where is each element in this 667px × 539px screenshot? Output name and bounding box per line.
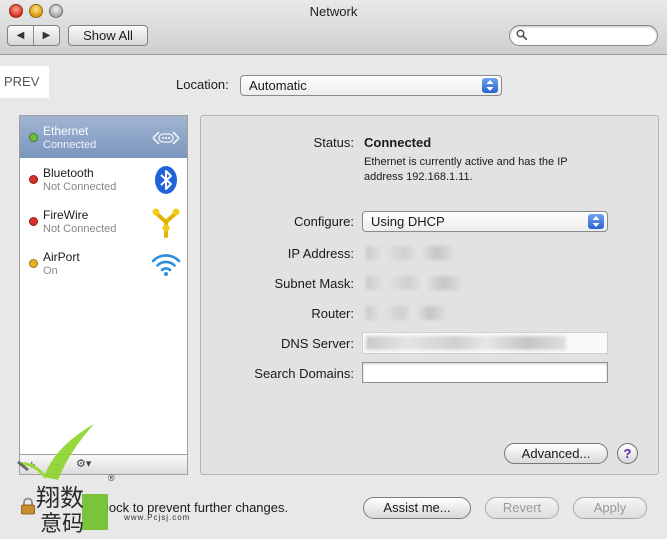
router-label: Router:	[311, 306, 354, 321]
popup-stepper-icon	[482, 78, 498, 93]
airport-icon	[151, 254, 181, 276]
search-field[interactable]	[509, 25, 658, 46]
show-all-button[interactable]: Show All	[68, 25, 148, 46]
service-list: Ethernet Connected Bluetooth Not Connect…	[19, 115, 188, 456]
service-status: Not Connected	[43, 223, 117, 235]
status-dot-icon	[29, 259, 38, 268]
revert-button[interactable]: Revert	[485, 497, 559, 519]
status-dot-icon	[29, 175, 38, 184]
service-name: FireWire	[43, 208, 89, 222]
apply-button[interactable]: Apply	[573, 497, 647, 519]
configure-label: Configure:	[294, 214, 354, 229]
popup-stepper-icon	[588, 214, 604, 229]
configure-value: Using DHCP	[371, 214, 445, 229]
router-value-redacted	[366, 306, 446, 320]
status-description: Ethernet is currently active and has the…	[364, 156, 568, 183]
service-status: Not Connected	[43, 181, 117, 193]
status-label: Status:	[313, 135, 354, 150]
ethernet-icon	[152, 131, 180, 145]
service-status: Connected	[43, 139, 97, 151]
bluetooth-icon	[155, 166, 177, 194]
advanced-button[interactable]: Advanced...	[504, 443, 608, 464]
service-name: AirPort	[43, 250, 80, 264]
ip-address-label: IP Address:	[287, 246, 354, 261]
search-icon	[516, 29, 527, 40]
service-list-toolbar: + − ⚙▾	[19, 454, 188, 475]
service-name: Bluetooth	[43, 166, 94, 180]
service-item-ethernet[interactable]: Ethernet Connected	[20, 116, 187, 158]
service-name: Ethernet	[43, 124, 89, 138]
back-forward-control: ◀ ▶	[7, 25, 60, 46]
subnet-mask-label: Subnet Mask:	[274, 276, 355, 291]
watermark-registered-mark: ®	[108, 473, 115, 483]
service-item-airport[interactable]: AirPort On	[20, 242, 187, 284]
search-domains-label: Search Domains:	[254, 366, 354, 381]
back-button[interactable]: ◀	[8, 26, 34, 45]
location-value: Automatic	[249, 78, 307, 93]
dns-server-label: DNS Server:	[281, 336, 354, 351]
dns-server-field[interactable]	[362, 332, 608, 354]
watermark-url: www.Pcjsj.com	[124, 513, 191, 522]
subnet-mask-value-redacted	[366, 276, 462, 290]
ip-address-value-redacted	[366, 246, 454, 260]
search-domains-field[interactable]	[362, 362, 608, 383]
status-value: Connected	[364, 135, 432, 150]
location-label: Location:	[176, 77, 229, 92]
service-item-bluetooth[interactable]: Bluetooth Not Connected	[20, 158, 187, 200]
remove-service-button[interactable]: −	[53, 455, 61, 474]
status-dot-icon	[29, 133, 38, 142]
add-service-button[interactable]: +	[28, 455, 36, 474]
forward-button[interactable]: ▶	[34, 26, 59, 45]
window-title: Network	[309, 4, 358, 19]
service-item-firewire[interactable]: FireWire Not Connected	[20, 200, 187, 242]
service-status: On	[43, 265, 58, 277]
help-button[interactable]: ?	[617, 443, 638, 464]
configure-select[interactable]: Using DHCP	[362, 211, 608, 232]
gear-menu-button[interactable]: ⚙▾	[76, 455, 91, 474]
dns-server-value-redacted	[366, 336, 566, 350]
location-select[interactable]: Automatic	[240, 75, 502, 96]
lock-icon[interactable]	[20, 497, 36, 515]
watermark-text: 意码	[40, 512, 85, 537]
prev-label[interactable]: PREV	[0, 66, 49, 98]
firewire-icon	[152, 208, 180, 238]
status-dot-icon	[29, 217, 38, 226]
assist-me-button[interactable]: Assist me...	[363, 497, 471, 519]
